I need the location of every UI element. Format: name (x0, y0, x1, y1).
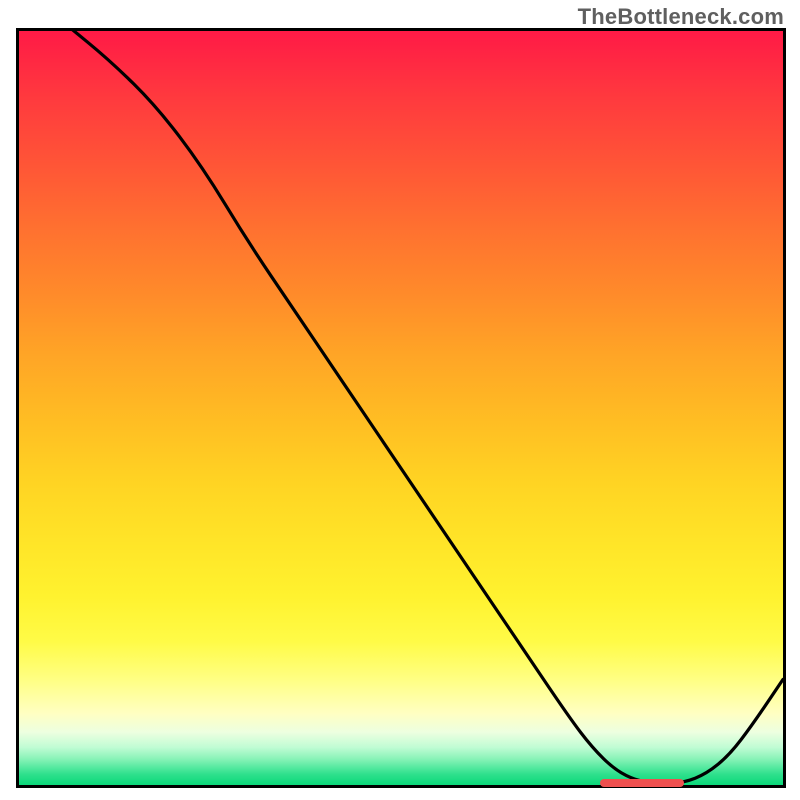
optimum-range-marker (600, 779, 684, 787)
bottleneck-curve (19, 31, 783, 785)
chart-stage: TheBottleneck.com (0, 0, 800, 800)
plot-area (16, 28, 786, 788)
watermark-text: TheBottleneck.com (578, 4, 784, 30)
